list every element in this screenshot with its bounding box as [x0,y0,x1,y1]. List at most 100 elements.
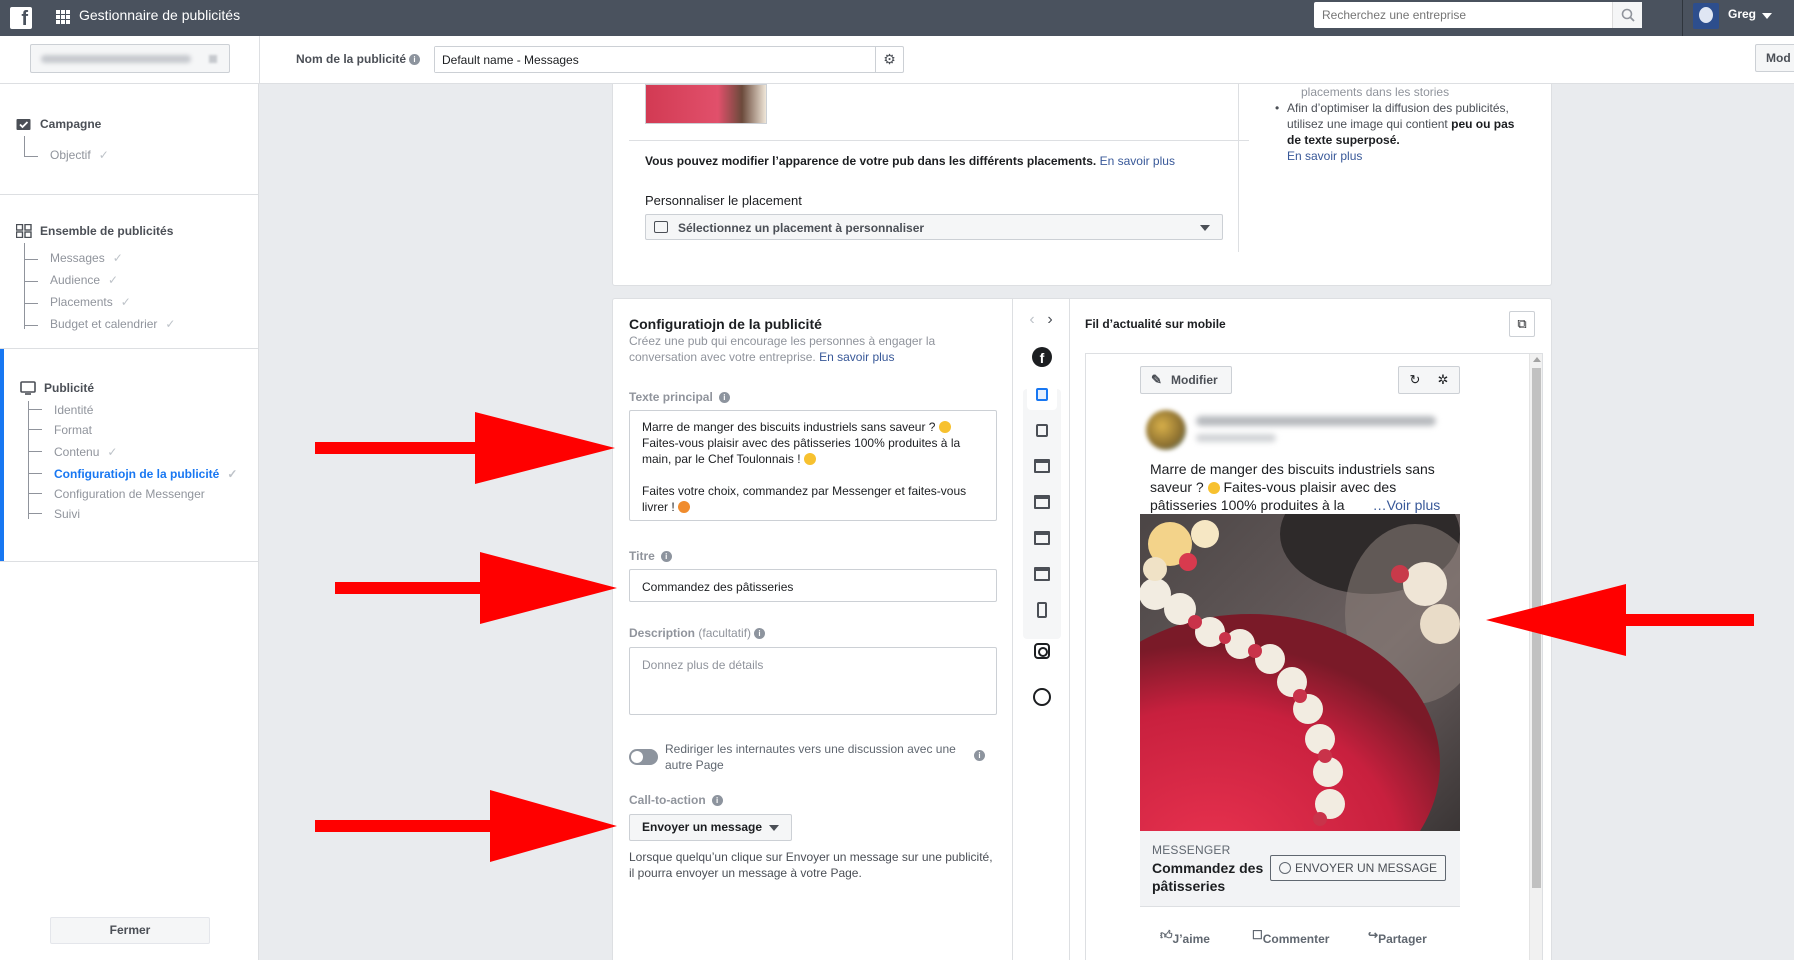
chevron-left-icon[interactable]: ‹ [1023,311,1041,329]
primary-text-line2: Faites-vous plaisir avec des pâtisseries… [642,436,961,466]
primary-text-line1: Marre de manger des biscuits industriels… [642,420,936,434]
title-field[interactable]: Commandez des pâtisseries [629,569,997,602]
info-icon[interactable]: i [754,628,766,640]
modify-button[interactable]: Mod [1755,44,1794,72]
checkmark-icon: ✓ [227,467,238,481]
configuration-learn-more-link[interactable]: En savoir plus [819,350,894,364]
sidebar-item-objectif[interactable]: Objectif ✓ [50,148,109,162]
checkmark-icon: ✓ [107,445,118,459]
sidebar-item-label: Suivi [54,507,81,521]
preview-modify-label: Modifier [1171,373,1218,387]
preview-scrollbar[interactable] [1529,354,1542,960]
yum-emoji-icon [803,453,816,465]
ad-preview-panel: Fil d’actualité sur mobile ⧉ ✎ Modifier … [1071,299,1552,960]
sidebar-item-label: Placements [50,295,113,309]
user-menu-caret-icon[interactable] [1762,13,1772,19]
placement-monitor-icon [654,221,668,233]
instagram-icon[interactable] [1032,641,1052,661]
like-label: J’aime [1172,932,1210,946]
preview-title: Fil d’actualité sur mobile [1085,317,1226,331]
see-more-link[interactable]: …Voir plus [1373,497,1441,513]
sidebar-item-budget[interactable]: Budget et calendrier ✓ [50,317,175,331]
account-selector[interactable] [30,44,230,73]
sidebar-adset-title[interactable]: Ensemble de publicités [16,224,173,238]
bug-icon[interactable]: ✲ [1435,372,1451,388]
chevron-right-icon[interactable]: › [1041,311,1059,329]
marketplace-placement-icon[interactable] [1032,492,1052,512]
learn-more-link[interactable]: En savoir plus [1100,154,1175,168]
info-icon[interactable]: i [974,750,985,761]
send-message-button[interactable]: ENVOYER UN MESSAGE [1270,855,1446,881]
primary-text-field[interactable]: Marre de manger des biscuits industriels… [629,410,997,521]
marketplace-placement-icon[interactable] [1032,528,1052,548]
stories-placement-icon[interactable] [1032,600,1052,620]
sidebar: Campagne Objectif ✓ Ensemble de publicité… [0,84,259,960]
search-button[interactable] [1612,2,1642,28]
ad-monitor-icon [20,381,36,395]
sidebar-item-label: Audience [50,273,101,287]
sidebar-item-placements[interactable]: Placements ✓ [50,295,131,309]
facebook-placement-icon[interactable]: f [1032,347,1052,367]
preview-toolbar: ✎ Modifier ↻ ✲ [1140,366,1460,394]
business-search-input[interactable] [1314,2,1610,28]
user-avatar[interactable] [1693,3,1719,29]
gear-icon[interactable]: ⚙ [875,47,903,72]
facebook-logo-icon[interactable]: f [10,7,32,29]
page-avatar [1146,410,1186,450]
ad-name-input[interactable] [435,47,871,72]
description-field[interactable]: Donnez plus de détails [629,647,997,715]
comment-button[interactable]: ☐ Commenter [1252,928,1329,946]
sidebar-item-identite[interactable]: Identité [54,403,93,417]
refresh-icon[interactable]: ↻ [1407,372,1423,388]
sidebar-item-suivi[interactable]: Suivi [54,507,80,521]
desktop-feed-placement-icon[interactable] [1032,420,1052,440]
sidebar-item-contenu[interactable]: Contenu ✓ [54,445,117,459]
cta-help-text: Lorsque quelqu’un clique sur Envoyer un … [629,850,993,880]
redirect-toggle[interactable] [629,749,658,765]
sidebar-campaign-title[interactable]: Campagne [16,117,101,131]
tip-learn-more-link[interactable]: En savoir plus [1287,149,1362,163]
placement-rail: ‹ › f [1012,299,1070,960]
pencil-icon: ✎ [1151,372,1162,387]
sidebar-item-format[interactable]: Format [54,423,92,437]
send-message-label: ENVOYER UN MESSAGE [1295,861,1438,875]
checkmark-icon: ✓ [108,273,119,287]
messenger-icon[interactable] [1032,687,1052,707]
marketplace-placement-icon[interactable] [1032,564,1052,584]
app-title[interactable]: Gestionnaire de publicités [79,7,240,23]
preview-modify-button[interactable]: ✎ Modifier [1140,366,1232,394]
placement-card: Vous pouvez modifier l’apparence de votr… [612,84,1552,286]
sidebar-item-configuration[interactable]: Configuratiojn de la publicité ✓ [54,467,237,481]
title-label: Titre i [629,549,672,563]
share-button[interactable]: ↪ Partager [1368,928,1427,946]
smile-emoji-icon [938,421,951,433]
sidebar-ad-title[interactable]: Publicité [20,381,94,395]
sidebar-item-messages[interactable]: Messages ✓ [50,251,123,265]
info-icon[interactable]: i [660,551,672,563]
subbar-divider [259,36,260,84]
scroll-up-icon[interactable] [1533,357,1541,362]
marketplace-placement-icon[interactable] [1032,456,1052,476]
apps-grid-icon[interactable] [56,10,70,24]
ad-name-bar: Nom de la publicitéi ⚙ Mod [0,36,1794,84]
placement-select[interactable]: Sélectionnez un placement à personnalise… [645,214,1223,240]
info-icon[interactable]: i [409,54,421,66]
external-link-icon[interactable]: ⧉ [1509,311,1535,337]
sidebar-item-audience[interactable]: Audience ✓ [50,273,118,287]
user-name[interactable]: Greg [1728,7,1756,21]
description-label-text: Description [629,626,696,640]
info-icon[interactable]: i [718,392,730,404]
annotation-arrow-right [315,790,617,862]
tree-line [24,136,25,156]
cta-select[interactable]: Envoyer un message [629,814,792,841]
chevron-down-icon [1200,225,1210,231]
info-icon[interactable]: i [711,795,723,807]
like-button[interactable]: 👍︎ J’aime [1160,928,1210,946]
sidebar-item-messenger-config[interactable]: Configuration de Messenger [54,487,205,501]
sidebar-ad-label: Publicité [44,381,95,395]
close-button[interactable]: Fermer [50,917,210,944]
ad-name-field: ⚙ [434,46,904,73]
checkmark-icon: ✓ [120,295,131,309]
mobile-feed-placement-icon[interactable] [1027,380,1057,410]
tree-tick [28,409,42,410]
